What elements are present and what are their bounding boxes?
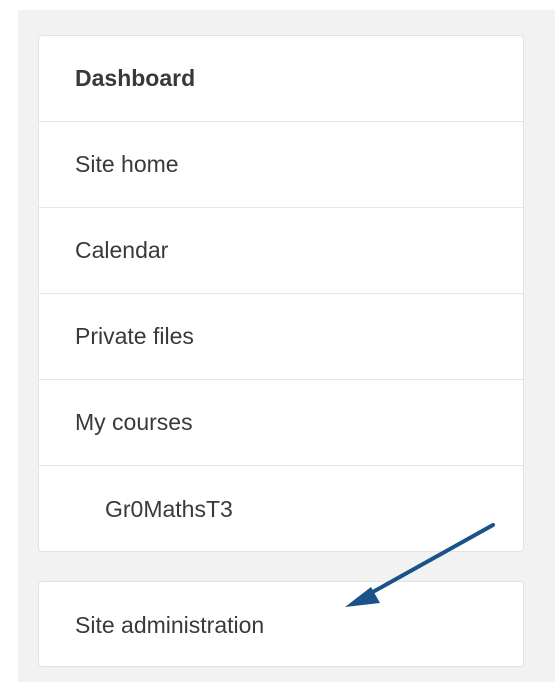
nav-item-private-files[interactable]: Private files	[39, 294, 523, 380]
nav-item-dashboard[interactable]: Dashboard	[39, 36, 523, 122]
main-nav-block: Dashboard Site home Calendar Private fil…	[38, 35, 524, 552]
nav-item-calendar[interactable]: Calendar	[39, 208, 523, 294]
nav-item-label: Dashboard	[75, 65, 196, 91]
nav-item-course[interactable]: Gr0MathsT3	[39, 466, 523, 552]
nav-item-my-courses[interactable]: My courses	[39, 380, 523, 466]
nav-item-label: Calendar	[75, 237, 169, 263]
nav-item-label: Site home	[75, 151, 179, 177]
nav-item-label: Gr0MathsT3	[105, 495, 233, 522]
nav-item-label: Site administration	[75, 611, 265, 638]
admin-nav-block: Site administration	[38, 581, 524, 667]
nav-item-label: My courses	[75, 409, 193, 435]
nav-item-site-administration[interactable]: Site administration	[39, 582, 523, 668]
nav-item-site-home[interactable]: Site home	[39, 122, 523, 208]
nav-drawer: Dashboard Site home Calendar Private fil…	[18, 10, 555, 682]
nav-item-label: Private files	[75, 323, 194, 349]
